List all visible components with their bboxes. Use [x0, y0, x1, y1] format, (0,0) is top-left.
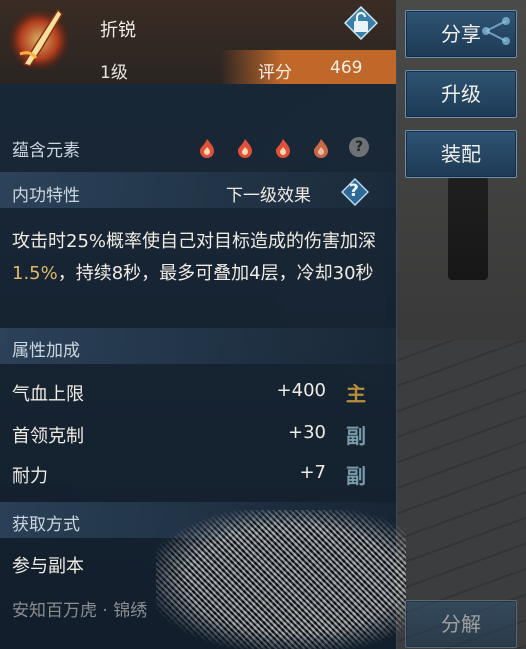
- attribute-value: +7: [299, 462, 326, 483]
- item-level: 1级: [100, 63, 128, 83]
- unlock-icon[interactable]: [344, 6, 378, 40]
- upgrade-button[interactable]: 升级: [405, 70, 517, 118]
- attribute-name: 耐力: [12, 466, 48, 487]
- attribute-name: 首领克制: [12, 426, 84, 447]
- equip-button[interactable]: 装配: [405, 130, 517, 178]
- source-name[interactable]: 参与副本: [12, 552, 84, 578]
- score-value: 469: [330, 58, 363, 78]
- weapon-icon: [7, 8, 71, 72]
- attributes-label: 属性加成: [12, 341, 80, 361]
- share-button-label: 分享: [441, 22, 481, 46]
- elements-help-icon[interactable]: ?: [349, 137, 369, 157]
- fire-element-icon: [276, 139, 290, 158]
- obscured-region: [156, 510, 406, 649]
- item-name: 折锐: [100, 20, 136, 41]
- fire-element-icon: [314, 139, 328, 158]
- main-attribute-tag: 主: [346, 382, 366, 406]
- inner-skill-label: 内功特性: [12, 186, 80, 206]
- sub-attribute-tag: 副: [346, 464, 366, 488]
- fire-element-icon: [200, 139, 214, 158]
- share-icon: [482, 17, 510, 45]
- source-detail: 安知百万虎 · 锦绣: [12, 601, 148, 621]
- upgrade-button-label: 升级: [441, 82, 481, 106]
- attribute-name: 气血上限: [12, 384, 84, 405]
- decompose-button[interactable]: 分解: [405, 600, 517, 648]
- equip-button-label: 装配: [441, 142, 481, 166]
- score-label: 评分: [258, 63, 292, 83]
- attribute-value: +400: [276, 380, 326, 401]
- acquire-label: 获取方式: [12, 515, 80, 535]
- score-bar: [220, 50, 396, 84]
- elements-label: 蕴含元素: [12, 141, 80, 161]
- inner-skill-description: 攻击时25%概率使自己对目标造成的伤害加深1.5%，持续8秒，最多可叠加4层，冷…: [12, 231, 377, 284]
- decompose-button-label: 分解: [441, 612, 481, 636]
- next-level-effect-link[interactable]: 下一级效果: [226, 181, 311, 206]
- item-tooltip-panel: 折锐 1级 评分 469 蕴含元素 ? 内功特性 下一级效果 ? 攻击时25%概…: [0, 0, 406, 649]
- background-character: [448, 170, 488, 280]
- help-icon-glyph: ?: [349, 181, 359, 201]
- sub-attribute-tag: 副: [346, 424, 366, 448]
- attribute-value: +30: [288, 422, 326, 443]
- fire-element-icon: [238, 139, 252, 158]
- item-header: 折锐 1级 评分 469: [0, 0, 396, 84]
